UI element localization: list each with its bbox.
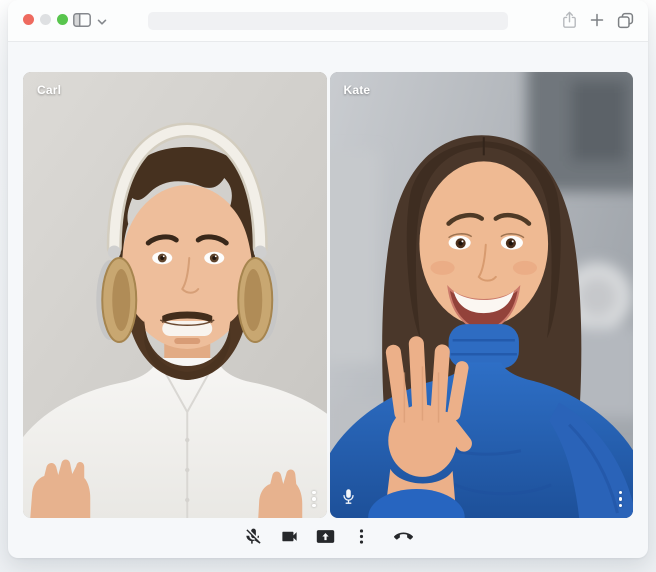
sidebar-icon [72,12,92,31]
videocam-icon [280,527,299,549]
present-screen-button[interactable] [314,525,337,551]
sidebar-chevron-button[interactable] [97,14,107,29]
chevron-down-icon [97,14,107,29]
browser-toolbar [8,0,648,42]
address-bar-input[interactable] [148,12,508,30]
camera-button[interactable] [278,525,301,551]
video-tile-carl[interactable]: Carl [23,72,327,518]
call-control-bar [8,518,648,558]
browser-window: Carl Kate [8,0,648,558]
tabs-overview-icon [617,12,634,32]
kate-photo [329,72,633,518]
video-grid: Carl Kate [23,72,633,518]
tabs-overview-button[interactable] [617,12,634,32]
close-button[interactable] [23,14,34,25]
carl-more-options-button[interactable] [310,489,318,510]
sidebar-toggle-button[interactable] [72,12,92,31]
more-options-button[interactable] [350,525,373,551]
share-button[interactable] [562,11,577,32]
participant-name-label: Carl [37,83,62,97]
share-icon [562,11,577,32]
mic-indicator-icon [342,488,355,510]
zoom-button[interactable] [57,14,68,25]
new-tab-icon [590,13,604,30]
kate-more-options-button[interactable] [617,489,625,510]
mic-off-icon [244,527,263,549]
minimize-button[interactable] [40,14,51,25]
present-screen-icon [316,527,335,549]
more-vert-icon [312,490,316,507]
hang-up-button[interactable] [392,525,415,551]
call-end-icon [393,527,413,549]
carl-photo [23,72,327,518]
video-tile-kate[interactable]: Kate [329,72,633,518]
new-tab-button[interactable] [590,13,604,30]
more-vert-icon [618,490,622,507]
mute-button[interactable] [242,525,265,551]
traffic-lights [23,14,68,25]
more-vert-icon [352,527,371,549]
participant-name-label: Kate [343,83,371,97]
